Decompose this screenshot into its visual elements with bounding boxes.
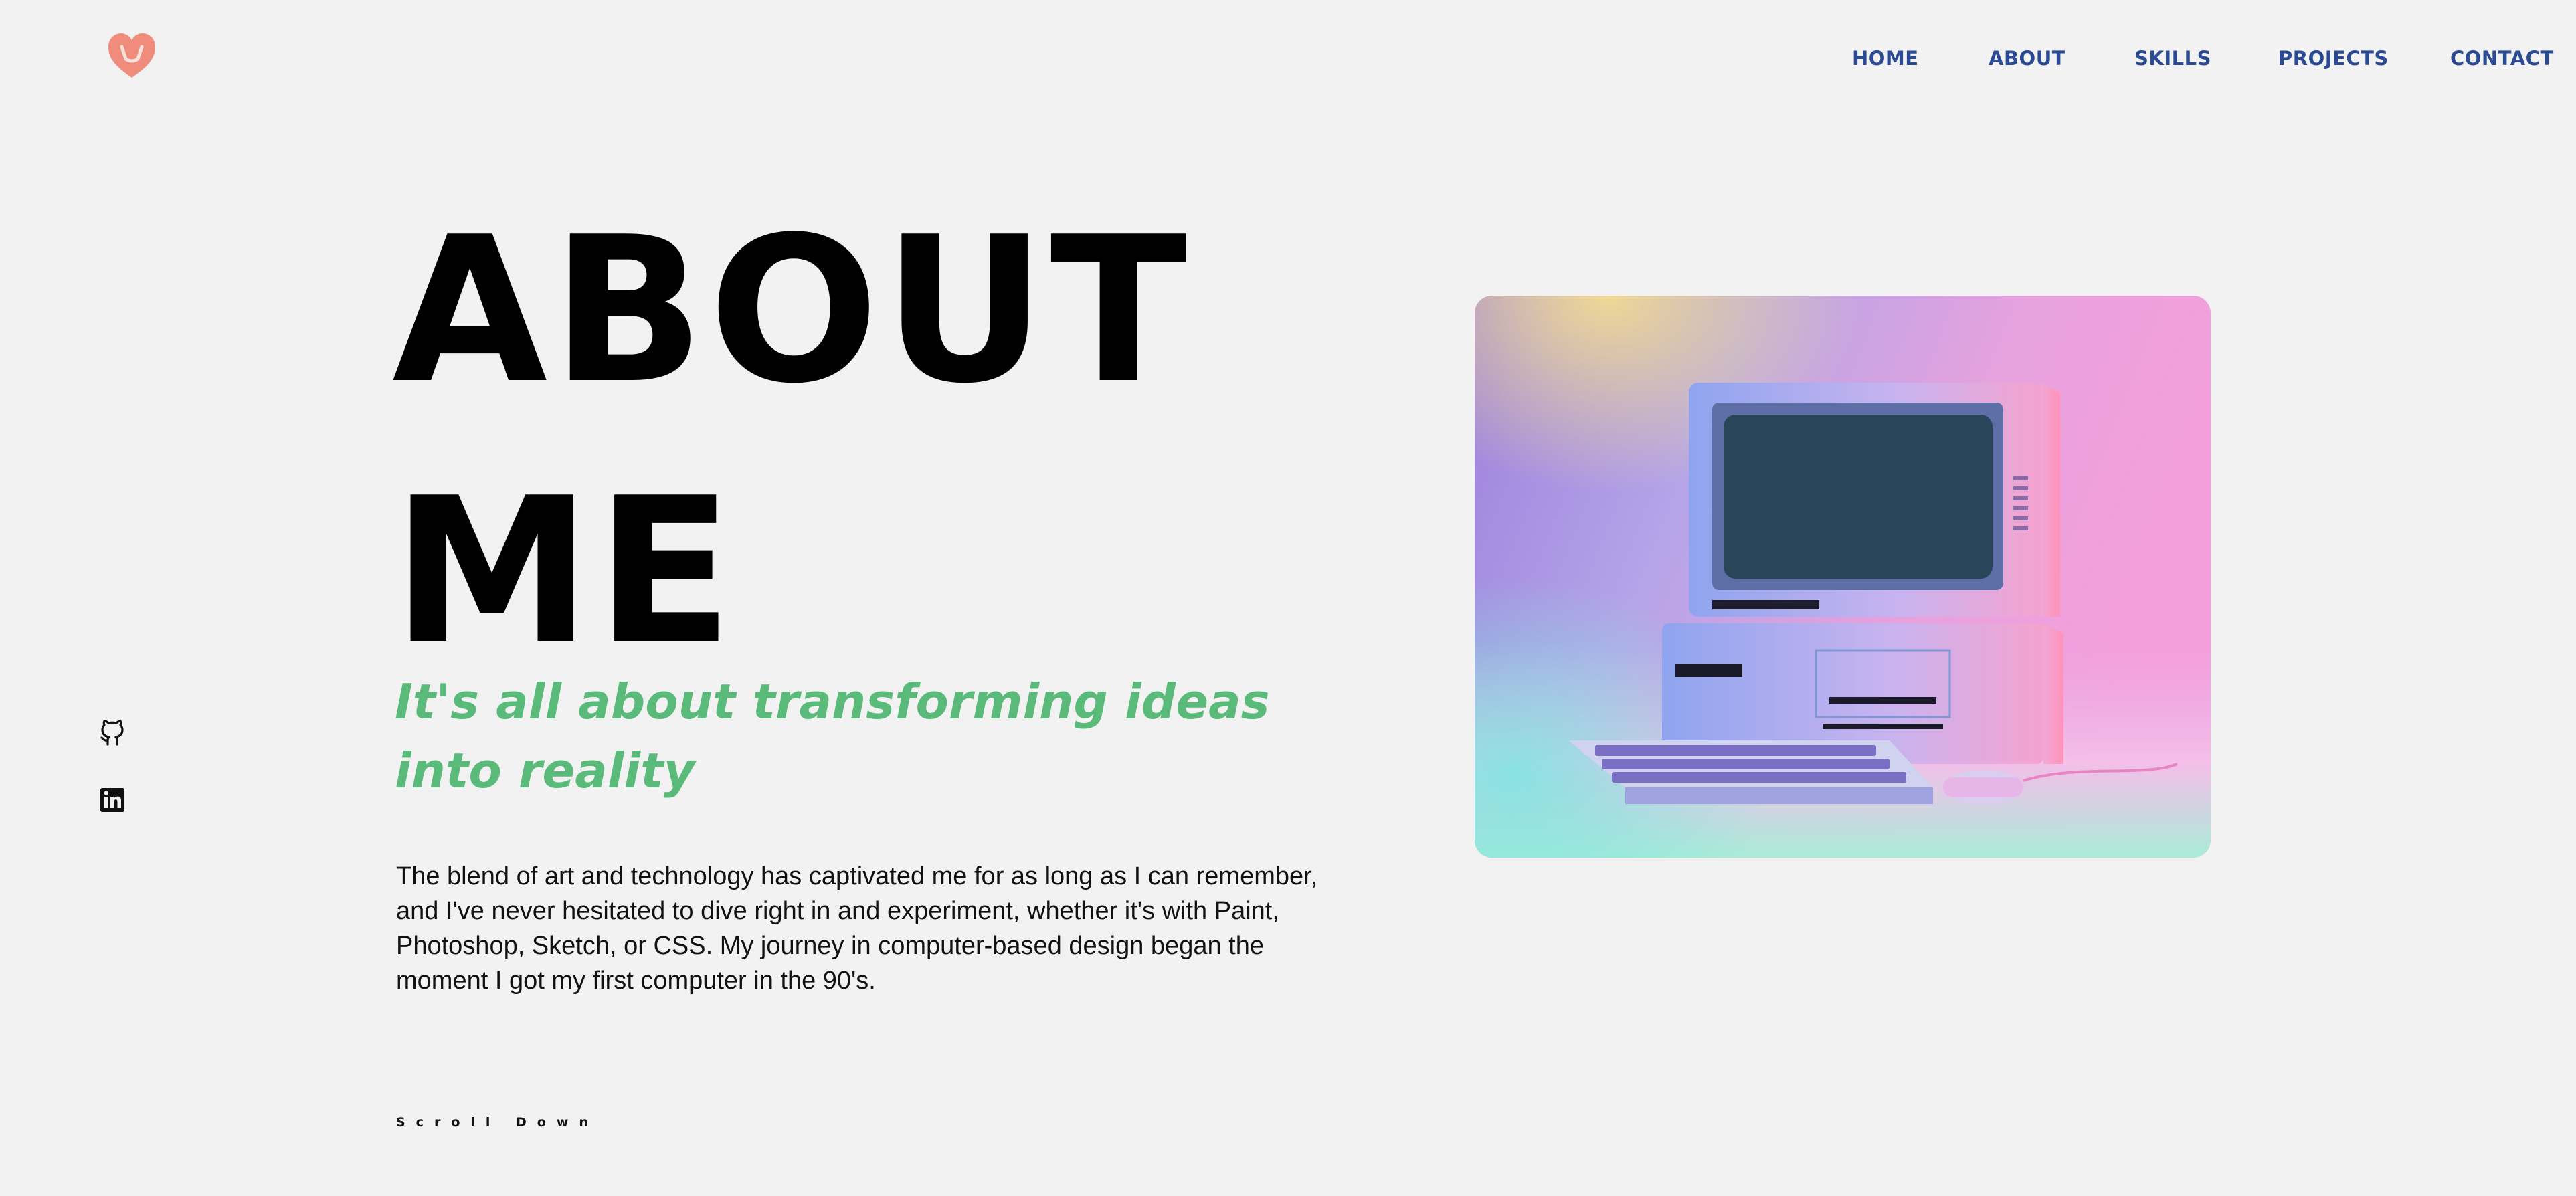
github-link[interactable] bbox=[99, 720, 126, 746]
main-nav: HOME ABOUT SKILLS PROJECTS CONTACT bbox=[0, 47, 2576, 74]
github-icon bbox=[100, 720, 124, 746]
tagline: It's all about transforming ideas into r… bbox=[395, 674, 1270, 799]
nav-skills[interactable]: SKILLS bbox=[2134, 47, 2211, 70]
nav-home[interactable]: HOME bbox=[1852, 47, 1919, 70]
page-title-line-2: ME bbox=[392, 455, 737, 688]
page-title: ABOUT ME bbox=[392, 181, 1191, 702]
hero-image bbox=[1475, 296, 2211, 858]
retro-computer-illustration bbox=[1475, 296, 2211, 858]
linkedin-icon bbox=[100, 788, 124, 812]
linkedin-link[interactable] bbox=[99, 787, 126, 813]
bio-paragraph: The blend of art and technology has capt… bbox=[396, 862, 1318, 995]
nav-about[interactable]: ABOUT bbox=[1989, 47, 2065, 70]
scroll-down-link[interactable]: Scroll Down bbox=[396, 1115, 599, 1130]
nav-contact[interactable]: CONTACT bbox=[2450, 47, 2554, 70]
page-title-line-1: ABOUT bbox=[392, 194, 1192, 427]
nav-projects[interactable]: PROJECTS bbox=[2278, 47, 2389, 70]
